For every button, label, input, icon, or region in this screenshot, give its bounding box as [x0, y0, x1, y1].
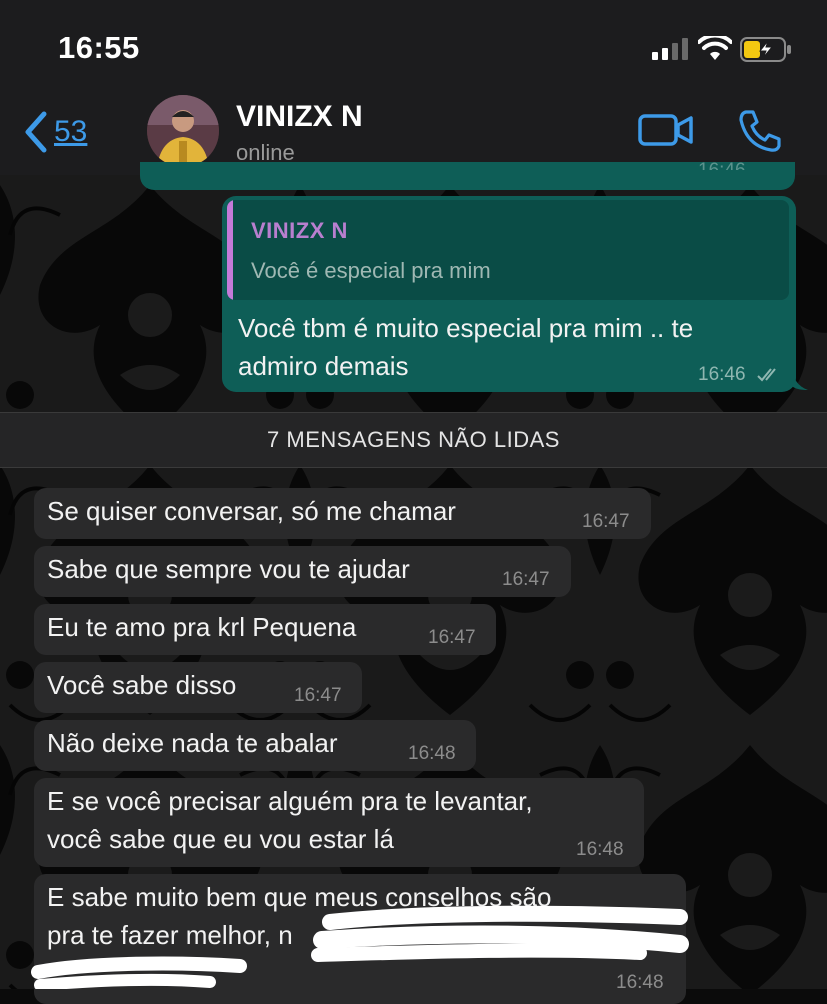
message-text-line: pra te fazer melhor, n [47, 920, 293, 950]
back-chevron-icon [25, 111, 47, 153]
message-text-line: E sabe muito bem que meus conselhos são [47, 882, 552, 912]
message-time: 16:48 [616, 972, 664, 993]
battery-icon [740, 37, 791, 62]
message-text-line: Não deixe nada te abalar [47, 728, 338, 758]
quoted-message[interactable]: VINIZX N Você é especial pra mim [227, 200, 789, 300]
unread-divider-label: 7 MENSAGENS NÃO LIDAS [267, 427, 560, 452]
quoted-sender-name: VINIZX N [251, 218, 348, 243]
unread-divider: 7 MENSAGENS NÃO LIDAS [0, 412, 827, 468]
back-button[interactable]: 53 [22, 108, 112, 156]
phone-icon[interactable] [737, 108, 783, 154]
contact-name[interactable]: VINIZX N [236, 100, 363, 134]
unread-chats-count[interactable]: 53 [54, 115, 87, 149]
message-time: 16:47 [502, 569, 550, 590]
message-text-line: Você tbm é muito especial pra mim .. te [238, 313, 694, 343]
message-text-line: você sabe que eu vou estar lá [47, 824, 394, 854]
wifi-icon [698, 36, 732, 60]
message-text-line: Eu te amo pra krl Pequena [47, 612, 357, 642]
message-time: 16:46 [698, 160, 746, 170]
message-time: 16:47 [428, 627, 476, 648]
bubble-tail [792, 372, 808, 390]
message-time: 16:47 [582, 511, 630, 532]
signal-icon [652, 38, 688, 60]
status-bar: 16:55 [0, 0, 827, 90]
message-text-line: Se quiser conversar, só me chamar [47, 496, 456, 526]
message-time: 16:48 [408, 743, 456, 764]
message-time: 16:46 [698, 364, 746, 385]
outgoing-message-partial[interactable]: 16:46 [140, 160, 795, 190]
status-time: 16:55 [58, 30, 140, 65]
message-text-line: admiro demais [238, 351, 409, 381]
video-call-icon[interactable] [638, 112, 694, 148]
double-check-icon [757, 368, 776, 382]
message-text-line: Você sabe disso [47, 670, 237, 700]
quote-accent-bar [227, 200, 233, 300]
contact-avatar[interactable] [147, 95, 219, 167]
message-text-line: E se você precisar alguém pra te levanta… [47, 786, 533, 816]
message-time: 16:47 [294, 685, 342, 706]
quoted-text: Você é especial pra mim [251, 258, 491, 283]
message-text-line: Sabe que sempre vou te ajudar [47, 554, 410, 584]
message-time: 16:48 [576, 839, 624, 860]
